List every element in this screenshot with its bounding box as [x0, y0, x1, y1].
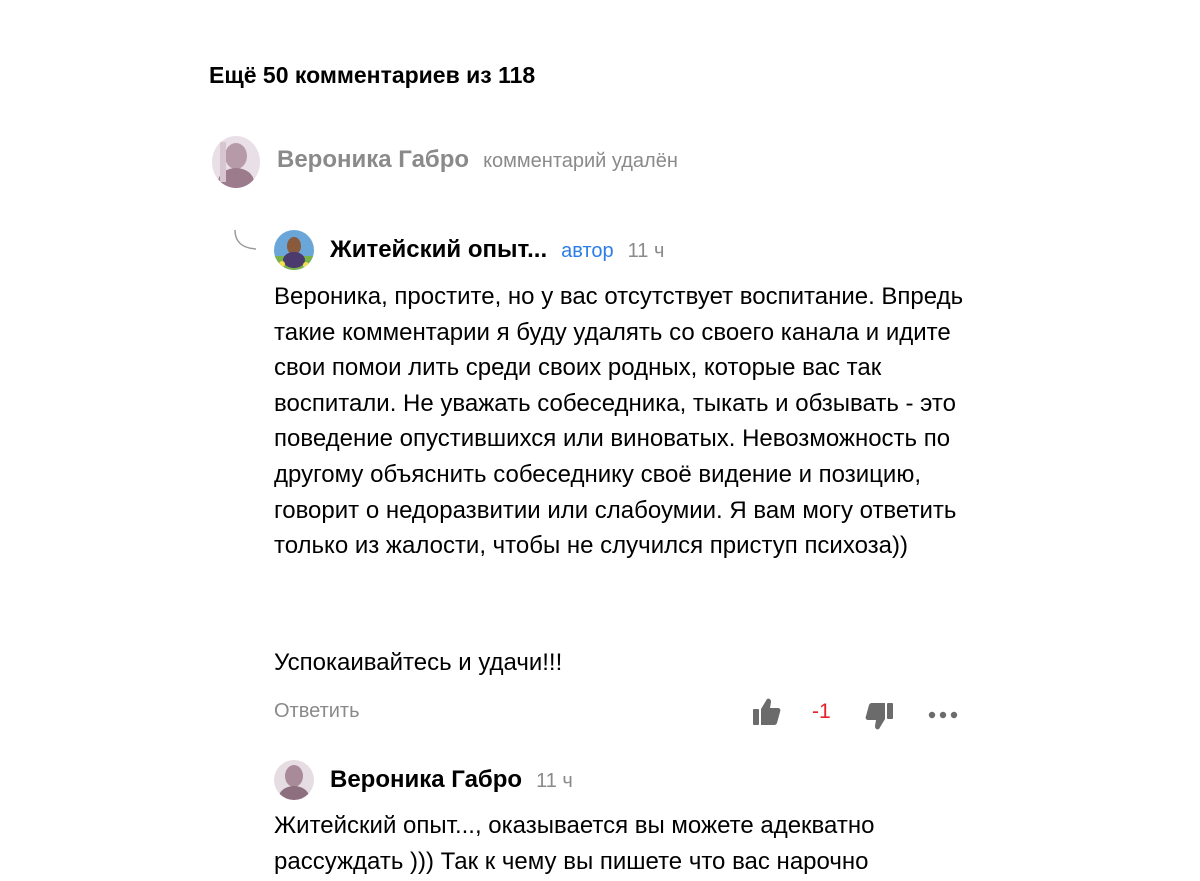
reply-button[interactable]: Ответить [274, 700, 360, 723]
next-comment-author[interactable]: Вероника Габро [330, 766, 522, 794]
next-comment-time: 11 ч [536, 770, 573, 792]
comment-score: -1 [812, 700, 831, 723]
thumbs-down-icon[interactable] [864, 700, 896, 732]
next-comment-header: Вероника Габро 11 ч [330, 766, 573, 794]
reply-curve-icon [234, 229, 257, 250]
thumbs-up-icon[interactable] [750, 696, 782, 728]
author-reply-text-closing: Успокаивайтесь и удачи!!! [274, 649, 563, 676]
next-comment-text: Житейский опыт..., оказывается вы можете… [274, 812, 875, 875]
avatar-photo-icon [212, 136, 260, 188]
avatar-photo-icon [274, 760, 314, 800]
author-reply-time: 11 ч [627, 240, 665, 262]
deleted-comment-note: комментарий удалён [483, 150, 678, 172]
author-reply-header: Житейский опыт... автор 11 ч [330, 236, 664, 264]
more-icon[interactable] [928, 708, 958, 722]
next-comment-avatar[interactable] [274, 760, 314, 800]
author-badge: автор [561, 240, 614, 262]
author-reply-avatar[interactable] [274, 230, 314, 270]
deleted-comment-author[interactable]: Вероника Габро [277, 146, 469, 174]
deleted-comment-avatar[interactable] [212, 136, 260, 188]
comments-more-title: Ещё 50 комментариев из 118 [209, 62, 536, 88]
avatar-photo-icon [274, 230, 314, 270]
author-reply-name[interactable]: Житейский опыт... [330, 236, 547, 264]
author-reply-text: Вероника, простите, но у вас отсутствует… [274, 283, 964, 560]
deleted-comment-row: Вероника Габро комментарий удалён [277, 146, 678, 174]
